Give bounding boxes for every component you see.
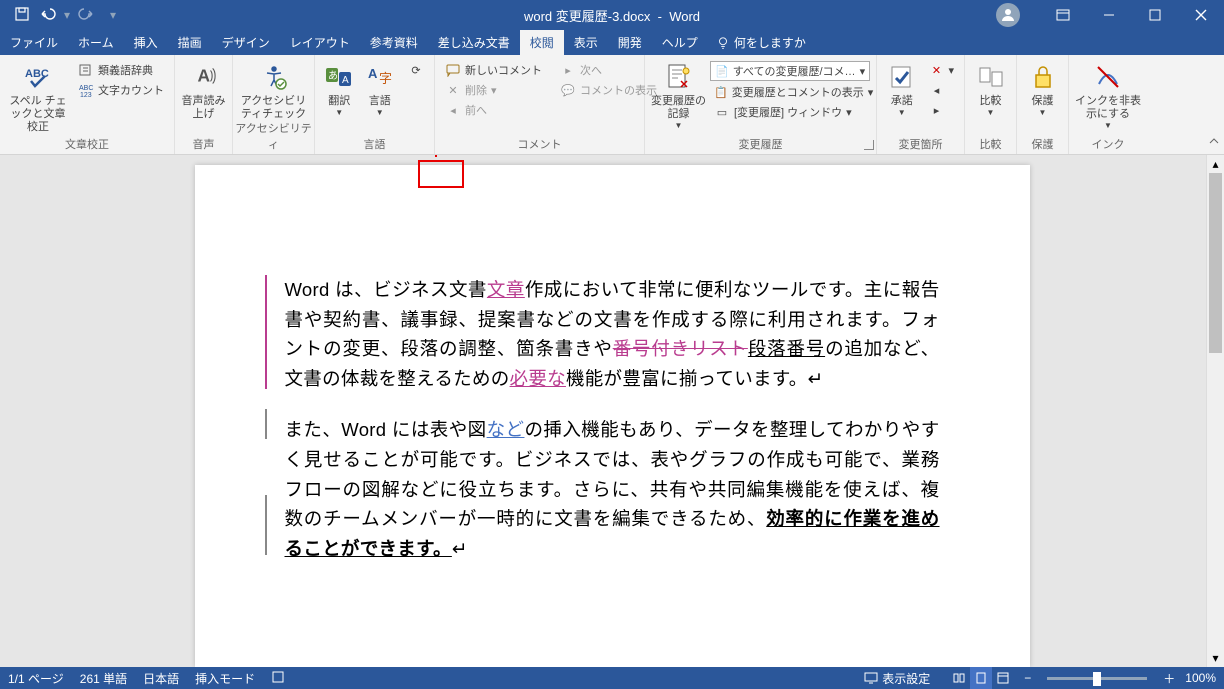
svg-text:A: A bbox=[197, 65, 210, 85]
group-ink-label: インク bbox=[1069, 136, 1147, 152]
undo-icon[interactable] bbox=[38, 4, 58, 27]
view-buttons bbox=[948, 667, 1014, 689]
zoom-level[interactable]: 100% bbox=[1185, 671, 1216, 685]
group-speech-label: 音声 bbox=[175, 136, 232, 152]
save-icon[interactable] bbox=[12, 4, 32, 27]
scroll-down-button[interactable]: ▾ bbox=[1207, 649, 1224, 667]
tab-help[interactable]: ヘルプ bbox=[652, 30, 708, 55]
page-number[interactable]: 1/1 ページ bbox=[0, 670, 72, 687]
print-layout-button[interactable] bbox=[970, 667, 992, 689]
thesaurus-button[interactable]: 類義語辞典 bbox=[74, 61, 168, 79]
reject-button[interactable]: ✕▾ bbox=[924, 61, 958, 79]
word-count[interactable]: 261 単語 bbox=[72, 670, 135, 687]
page: 右クリックをする Word は、ビジネス文書文章作成において非常に便利なツールで… bbox=[195, 165, 1030, 667]
tab-mailings[interactable]: 差し込み文書 bbox=[428, 30, 520, 55]
svg-text:ABC: ABC bbox=[25, 68, 49, 80]
group-changes-label: 変更箇所 bbox=[877, 136, 964, 152]
group-compare-label: 比較 bbox=[965, 136, 1016, 152]
tracked-delete: 番号付きリスト bbox=[613, 338, 748, 359]
lightbulb-icon bbox=[716, 36, 730, 50]
group-protect-label: 保護 bbox=[1017, 136, 1068, 152]
tab-insert[interactable]: 挿入 bbox=[124, 30, 168, 55]
zoom-out-button[interactable]: − bbox=[1024, 671, 1031, 685]
group-accessibility-label: アクセシビリティ bbox=[233, 120, 314, 152]
insert-mode[interactable]: 挿入モード bbox=[187, 670, 263, 687]
macro-record-icon[interactable] bbox=[263, 670, 293, 687]
close-button[interactable] bbox=[1178, 0, 1224, 30]
vertical-scrollbar[interactable]: ▴ ▾ bbox=[1206, 155, 1224, 667]
annotation-highlight bbox=[418, 160, 464, 188]
tab-layout[interactable]: レイアウト bbox=[280, 30, 360, 55]
scroll-thumb[interactable] bbox=[1209, 173, 1222, 353]
tab-design[interactable]: デザイン bbox=[212, 30, 280, 55]
tab-file[interactable]: ファイル bbox=[0, 30, 68, 55]
group-language-label: 言語 bbox=[315, 136, 434, 152]
tab-home[interactable]: ホーム bbox=[68, 30, 124, 55]
web-layout-button[interactable] bbox=[992, 667, 1014, 689]
next-change-button[interactable]: ▸ bbox=[924, 101, 958, 119]
svg-text:123: 123 bbox=[80, 92, 92, 98]
title-bar: ▾ ▾ word 変更履歴-3.docx - Word bbox=[0, 0, 1224, 30]
language-status[interactable]: 日本語 bbox=[135, 670, 187, 687]
change-bar-3 bbox=[265, 495, 267, 555]
tab-draw[interactable]: 描画 bbox=[168, 30, 212, 55]
delete-comment-button[interactable]: ✕削除 ▾ bbox=[441, 81, 546, 99]
document-canvas[interactable]: 右クリックをする Word は、ビジネス文書文章作成において非常に便利なツールで… bbox=[0, 155, 1224, 667]
ribbon-tabs: ファイル ホーム 挿入 描画 デザイン レイアウト 参考資料 差し込み文書 校閲… bbox=[0, 30, 1224, 55]
word-count-button[interactable]: ABC123文字カウント bbox=[74, 81, 168, 99]
annotation-arrow bbox=[435, 155, 437, 157]
display-for-review-dropdown[interactable]: 📄すべての変更履歴/コメ…▾ bbox=[710, 61, 870, 81]
prev-change-button[interactable]: ◂ bbox=[924, 81, 958, 99]
user-avatar[interactable] bbox=[996, 3, 1020, 27]
tab-references[interactable]: 参考資料 bbox=[360, 30, 428, 55]
document-body[interactable]: Word は、ビジネス文書文章作成において非常に便利なツールです。主に報告書や契… bbox=[285, 275, 940, 563]
collapse-ribbon-icon[interactable] bbox=[1208, 135, 1220, 150]
prev-comment-button[interactable]: ◂前へ bbox=[441, 101, 546, 119]
tracking-dialog-launcher[interactable] bbox=[864, 140, 874, 150]
show-markup-button[interactable]: 📋変更履歴とコメントの表示 ▾ bbox=[710, 83, 870, 101]
qat-customize-icon[interactable]: ▾ bbox=[110, 8, 116, 22]
svg-text:あ: あ bbox=[328, 70, 338, 82]
lang-update-button[interactable]: ⟳ bbox=[404, 61, 428, 79]
tracked-insert: 文章 bbox=[487, 279, 525, 300]
tell-me-search[interactable]: 何をしますか bbox=[708, 34, 806, 51]
change-bar-2 bbox=[265, 409, 267, 439]
tab-developer[interactable]: 開発 bbox=[608, 30, 652, 55]
maximize-button[interactable] bbox=[1132, 0, 1178, 30]
status-bar: 1/1 ページ 261 単語 日本語 挿入モード 表示設定 − ＋ 100% bbox=[0, 667, 1224, 689]
svg-text:A: A bbox=[368, 66, 378, 81]
minimize-button[interactable] bbox=[1086, 0, 1132, 30]
redo-icon[interactable] bbox=[76, 4, 96, 27]
undo-dropdown-icon[interactable]: ▾ bbox=[64, 8, 70, 22]
group-proofing-label: 文章校正 bbox=[0, 136, 174, 152]
reviewing-pane-button[interactable]: ▭[変更履歴] ウィンドウ ▾ bbox=[710, 103, 870, 121]
svg-text:A: A bbox=[342, 75, 349, 86]
scroll-up-button[interactable]: ▴ bbox=[1207, 155, 1224, 173]
tab-view[interactable]: 表示 bbox=[564, 30, 608, 55]
read-mode-button[interactable] bbox=[948, 667, 970, 689]
zoom-slider[interactable] bbox=[1047, 677, 1147, 680]
group-tracking-label: 変更履歴 bbox=[645, 136, 876, 152]
display-settings[interactable]: 表示設定 bbox=[856, 670, 938, 687]
change-bar-1 bbox=[265, 275, 267, 389]
tab-review[interactable]: 校閲 bbox=[520, 30, 564, 55]
quick-access-toolbar: ▾ ▾ bbox=[0, 4, 116, 27]
group-comments-label: コメント bbox=[435, 136, 644, 152]
zoom-in-button[interactable]: ＋ bbox=[1163, 670, 1175, 687]
ribbon-display-options[interactable] bbox=[1040, 0, 1086, 30]
ribbon: ABC スペル チェックと文章校正 類義語辞典 ABC123文字カウント 文章校… bbox=[0, 55, 1224, 155]
svg-text:字: 字 bbox=[379, 71, 392, 86]
new-comment-button[interactable]: 新しいコメント bbox=[441, 61, 546, 79]
window-title: word 変更履歴-3.docx - Word bbox=[524, 6, 700, 25]
svg-text:ABC: ABC bbox=[79, 85, 93, 92]
